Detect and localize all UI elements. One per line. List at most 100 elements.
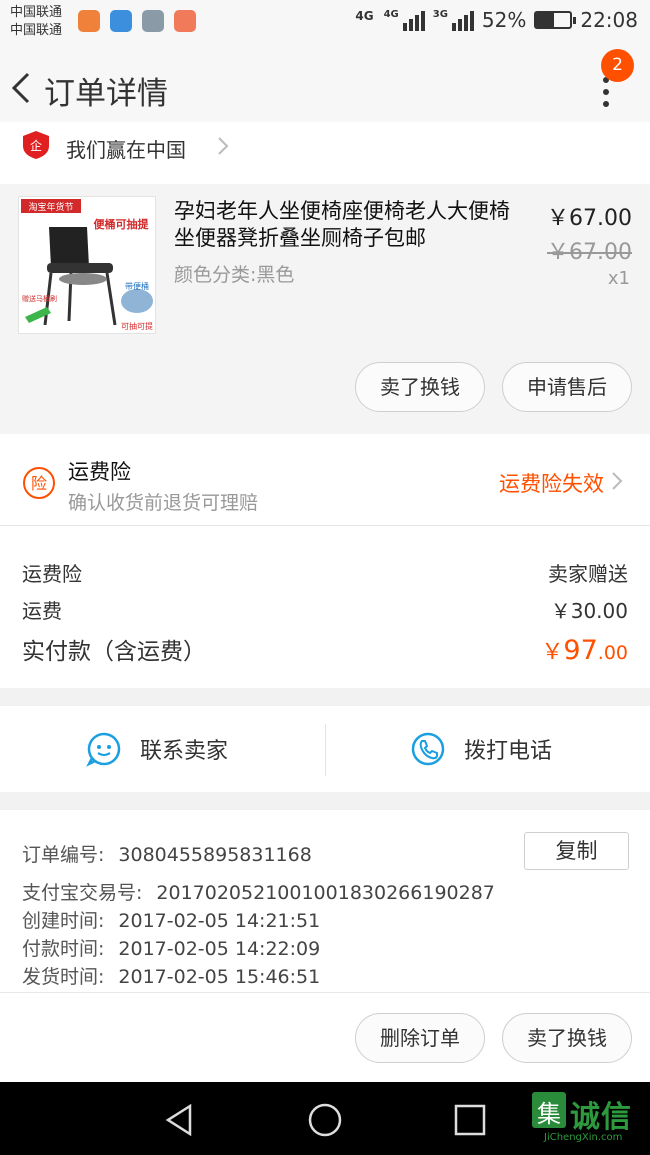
paid-label: 实付款（含运费） [22, 639, 206, 665]
order-number-row: 订单编号: 3080455895831168 [22, 840, 312, 867]
status-bar: 中国联通 中国联通 4G 4G 3G 52% 22:08 [0, 0, 650, 44]
carrier-2: 中国联通 [10, 23, 63, 38]
gallery-notification-icon [142, 10, 164, 32]
shop-name: 我们赢在中国 [66, 138, 186, 162]
call-phone-label: 拨打电话 [464, 739, 553, 764]
watermark-text: 诚信 [570, 1100, 632, 1135]
signal-strength-icon-2: 3G [433, 9, 474, 31]
nav-recents-icon[interactable] [450, 1100, 490, 1140]
notification-icons [78, 10, 196, 32]
shop-row[interactable]: 企 我们赢在中国 [0, 122, 650, 184]
nav-back-icon[interactable] [160, 1100, 200, 1140]
paid-time-label: 付款时间: [22, 938, 105, 960]
contact-seller-label: 联系卖家 [140, 739, 229, 764]
product-card: 淘宝年货节 便桶可抽提 带便桶 可抽可提 赠送马桶刷 孕妇老年人坐便椅座便椅老人… [0, 184, 650, 434]
app-header: 订单详情 2 [0, 44, 650, 132]
watermark-subtext: JiChengXin.com [544, 1132, 623, 1143]
shipped-time: 2017-02-05 15:46:51 [118, 966, 321, 988]
order-number-label: 订单编号: [22, 844, 105, 866]
notification-badge: 2 [601, 49, 634, 82]
shop-badge-icon: 企 [23, 131, 49, 159]
paid-amount: ￥97.00 [541, 634, 628, 666]
image-banner-text: 淘宝年货节 [28, 201, 73, 213]
contact-divider [325, 724, 326, 776]
after-sale-button[interactable]: 申请售后 [502, 362, 632, 412]
fee-row-insurance: 运费险 卖家赠送 [22, 558, 628, 587]
fee-value-shipping: ￥30.00 [550, 599, 628, 623]
page-title: 订单详情 [44, 76, 168, 112]
paid-decimal: .00 [597, 642, 628, 664]
fee-summary: 运费险 卖家赠送 运费 ￥30.00 实付款（含运费） ￥97.00 [0, 526, 650, 688]
product-original-price: ￥67.00 [547, 240, 632, 265]
insurance-title: 运费险 [68, 460, 131, 484]
system-nav-bar: 集 诚信 JiChengXin.com [0, 1082, 650, 1155]
fee-row-paid: 实付款（含运费） ￥97.00 [22, 632, 628, 666]
product-quantity: x1 [607, 268, 630, 289]
watermark-logo-char: 集 [537, 1100, 561, 1128]
fee-row-shipping: 运费 ￥30.00 [22, 595, 628, 624]
status-right: 4G 4G 3G 52% 22:08 [355, 8, 638, 32]
alipay-label: 支付宝交易号: [22, 882, 143, 904]
paid-row: 付款时间: 2017-02-05 14:22:09 [22, 934, 320, 961]
insurance-subtitle: 确认收货前退货可理赔 [68, 492, 259, 514]
product-title[interactable]: 孕妇老年人坐便椅座便椅老人大便椅坐便器凳折叠坐厕椅子包邮 [174, 198, 530, 252]
battery-fill [536, 13, 555, 27]
health-notification-icon [110, 10, 132, 32]
network-label-2: 4G [383, 9, 399, 20]
image-tag-2: 带便桶 [125, 281, 149, 291]
signal-strength-icon-1: 4G [384, 9, 425, 31]
alipay-row: 支付宝交易号: 2017020521001001830266190287 [22, 878, 495, 905]
order-info: 订单编号: 3080455895831168 复制 支付宝交易号: 20170205… [0, 810, 650, 992]
copy-button[interactable]: 复制 [524, 832, 629, 870]
carrier-1: 中国联通 [10, 5, 63, 20]
product-thumbnail[interactable]: 淘宝年货节 便桶可抽提 带便桶 可抽可提 赠送马桶刷 [18, 196, 156, 334]
fee-value-insurance: 卖家赠送 [548, 562, 628, 586]
image-tag-1: 便桶可抽提 [94, 217, 150, 231]
chevron-right-icon [218, 137, 229, 155]
carrier-info: 中国联通 中国联通 [10, 4, 62, 40]
clock: 22:08 [580, 8, 638, 32]
signal-4g-icon: 4G [355, 9, 375, 31]
chevron-right-icon [612, 472, 623, 490]
image-tag-4: 赠送马桶刷 [22, 294, 57, 303]
insurance-icon: 险 [23, 467, 55, 499]
nav-home-icon[interactable] [305, 1100, 345, 1140]
contact-seller-button[interactable]: 联系卖家 [86, 706, 228, 792]
insurance-status: 运费险失效 [499, 472, 604, 496]
shipped-label: 发货时间: [22, 966, 105, 988]
commode-chair-image: 淘宝年货节 便桶可抽提 带便桶 可抽可提 赠送马桶刷 [19, 197, 155, 333]
camera-notification-icon [174, 10, 196, 32]
paid-integer: 97 [563, 635, 598, 666]
chat-bubble-icon [86, 732, 121, 767]
product-sku: 颜色分类:黑色 [174, 264, 295, 286]
alipay-number: 2017020521001001830266190287 [156, 882, 495, 904]
weibo-notification-icon [78, 10, 100, 32]
image-tag-3: 可抽可提 [121, 321, 153, 331]
insurance-icon-char: 险 [31, 474, 47, 493]
product-price: ￥67.00 [547, 206, 632, 231]
shipping-insurance-row[interactable]: 险 运费险 确认收货前退货可理赔 运费险失效 [0, 434, 650, 526]
paid-time: 2017-02-05 14:22:09 [118, 938, 321, 960]
paid-currency: ￥ [541, 640, 564, 665]
network-label-1: 4G [355, 9, 374, 23]
contact-bar: 联系卖家 拨打电话 [0, 706, 650, 792]
created-time: 2017-02-05 14:21:51 [118, 910, 321, 932]
network-label-3: 3G [432, 9, 448, 20]
fee-label-shipping: 运费 [22, 599, 62, 623]
created-label: 创建时间: [22, 910, 105, 932]
svg-text:企: 企 [30, 138, 42, 153]
bottom-actions: 删除订单 卖了换钱 [0, 992, 650, 1082]
sell-for-cash-button[interactable]: 卖了换钱 [355, 362, 485, 412]
battery-icon [534, 11, 577, 29]
sell-for-cash-bottom-button[interactable]: 卖了换钱 [502, 1013, 632, 1063]
call-phone-button[interactable]: 拨打电话 [410, 706, 552, 792]
delete-order-button[interactable]: 删除订单 [355, 1013, 485, 1063]
order-number: 3080455895831168 [118, 844, 312, 866]
battery-percent: 52% [481, 8, 527, 32]
watermark-logo: 集 诚信 JiChengXin.com [532, 1092, 648, 1150]
back-arrow-icon[interactable] [8, 68, 38, 108]
created-row: 创建时间: 2017-02-05 14:21:51 [22, 906, 320, 933]
phone-icon [411, 732, 445, 766]
shipped-row: 发货时间: 2017-02-05 15:46:51 [22, 962, 320, 989]
fee-label-insurance: 运费险 [22, 562, 82, 586]
